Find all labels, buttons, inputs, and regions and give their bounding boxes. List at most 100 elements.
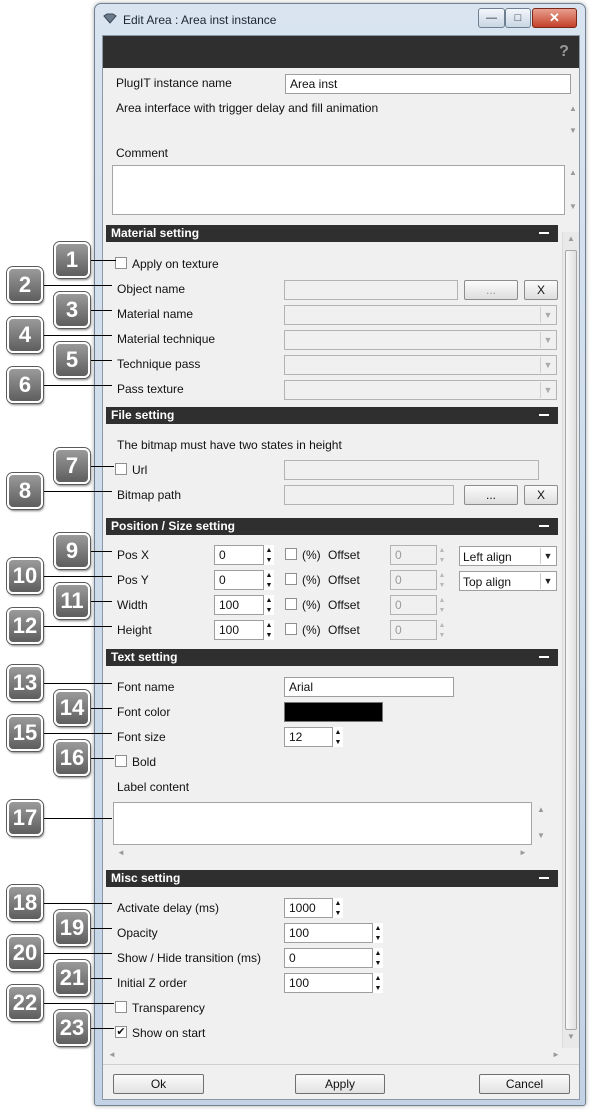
main-scroll-down[interactable]: ▼: [564, 1032, 578, 1041]
object-browse-button[interactable]: ...: [464, 280, 518, 300]
width-stepper[interactable]: ▲ ▼: [264, 595, 274, 615]
object-name-input[interactable]: [284, 280, 458, 300]
spin-up-icon[interactable]: ▲: [333, 727, 343, 737]
horizontal-align-select[interactable]: Left align ▼: [459, 546, 557, 566]
help-icon[interactable]: ?: [557, 43, 571, 61]
material-technique-select[interactable]: ▼: [284, 330, 557, 350]
section-material-setting[interactable]: Material setting: [106, 225, 558, 242]
spin-up-icon[interactable]: ▲: [373, 948, 383, 958]
font-size-stepper[interactable]: ▲ ▼: [333, 727, 343, 747]
main-scroll-left[interactable]: ◄: [108, 1050, 116, 1064]
main-scroll-right[interactable]: ►: [552, 1050, 560, 1064]
width-input[interactable]: 100: [214, 595, 264, 615]
height-offset-stepper[interactable]: ▲ ▼: [437, 620, 447, 640]
spin-up-icon[interactable]: ▲: [437, 595, 447, 605]
description-scroll-up[interactable]: ▲: [566, 104, 580, 113]
pos-y-percent-checkbox[interactable]: [285, 573, 297, 585]
pass-texture-select[interactable]: ▼: [284, 380, 557, 400]
spin-up-icon[interactable]: ▲: [264, 545, 274, 555]
spin-up-icon[interactable]: ▲: [264, 620, 274, 630]
bitmap-path-input[interactable]: [284, 485, 454, 505]
pos-x-input[interactable]: 0: [214, 545, 264, 565]
height-stepper[interactable]: ▲ ▼: [264, 620, 274, 640]
transition-input[interactable]: 0: [284, 948, 373, 968]
pos-x-offset-stepper[interactable]: ▲ ▼: [437, 545, 447, 565]
spin-down-icon[interactable]: ▼: [333, 908, 343, 918]
maximize-button[interactable]: □: [505, 8, 531, 28]
z-order-input[interactable]: 100: [284, 973, 373, 993]
label-content-scroll-right[interactable]: ►: [519, 848, 527, 862]
url-input[interactable]: [284, 460, 539, 480]
spin-down-icon[interactable]: ▼: [437, 630, 447, 640]
url-checkbox[interactable]: [115, 463, 127, 475]
main-scroll-up[interactable]: ▲: [564, 234, 578, 243]
spin-down-icon[interactable]: ▼: [437, 555, 447, 565]
main-scroll-thumb[interactable]: [565, 250, 577, 1030]
technique-pass-select[interactable]: ▼: [284, 355, 557, 375]
label-content-scroll-left[interactable]: ◄: [117, 848, 125, 862]
comment-textarea[interactable]: [112, 165, 565, 215]
pos-x-percent-checkbox[interactable]: [285, 548, 297, 560]
spin-down-icon[interactable]: ▼: [264, 630, 274, 640]
pos-y-stepper[interactable]: ▲ ▼: [264, 570, 274, 590]
comment-scroll-down[interactable]: ▼: [566, 202, 580, 211]
collapse-icon[interactable]: [539, 656, 549, 658]
transition-stepper[interactable]: ▲ ▼: [373, 948, 383, 968]
pos-y-input[interactable]: 0: [214, 570, 264, 590]
show-on-start-checkbox[interactable]: ✔: [115, 1026, 127, 1038]
section-text-setting[interactable]: Text setting: [106, 649, 558, 666]
activate-delay-input[interactable]: 1000: [284, 898, 333, 918]
pos-y-offset-input[interactable]: 0: [390, 570, 437, 590]
section-position-size-setting[interactable]: Position / Size setting: [106, 518, 558, 535]
ok-button[interactable]: Ok: [113, 1074, 204, 1094]
opacity-stepper[interactable]: ▲ ▼: [373, 923, 383, 943]
spin-down-icon[interactable]: ▼: [264, 580, 274, 590]
z-order-stepper[interactable]: ▲ ▼: [373, 973, 383, 993]
main-vertical-scrollbar[interactable]: ▲ ▼: [562, 232, 579, 1048]
object-clear-button[interactable]: X: [524, 280, 558, 300]
close-button[interactable]: ✕: [532, 8, 577, 28]
cancel-button[interactable]: Cancel: [479, 1074, 570, 1094]
spin-up-icon[interactable]: ▲: [437, 570, 447, 580]
spin-down-icon[interactable]: ▼: [373, 983, 383, 993]
section-misc-setting[interactable]: Misc setting: [106, 870, 558, 887]
spin-up-icon[interactable]: ▲: [437, 545, 447, 555]
width-percent-checkbox[interactable]: [285, 598, 297, 610]
pos-x-stepper[interactable]: ▲ ▼: [264, 545, 274, 565]
minimize-button[interactable]: —: [478, 8, 505, 28]
title-bar[interactable]: Edit Area : Area inst instance — □ ✕: [95, 4, 585, 34]
spin-down-icon[interactable]: ▼: [437, 605, 447, 615]
spin-down-icon[interactable]: ▼: [264, 605, 274, 615]
font-color-swatch[interactable]: [284, 702, 383, 722]
opacity-input[interactable]: 100: [284, 923, 373, 943]
spin-up-icon[interactable]: ▲: [264, 595, 274, 605]
vertical-align-select[interactable]: Top align ▼: [459, 571, 557, 591]
width-offset-input[interactable]: 0: [390, 595, 437, 615]
spin-down-icon[interactable]: ▼: [373, 958, 383, 968]
transparency-checkbox[interactable]: [115, 1001, 127, 1013]
spin-down-icon[interactable]: ▼: [264, 555, 274, 565]
pos-y-offset-stepper[interactable]: ▲ ▼: [437, 570, 447, 590]
bitmap-clear-button[interactable]: X: [524, 485, 558, 505]
font-size-input[interactable]: 12: [284, 727, 333, 747]
spin-up-icon[interactable]: ▲: [333, 898, 343, 908]
pos-x-offset-input[interactable]: 0: [390, 545, 437, 565]
bold-checkbox[interactable]: [115, 755, 127, 767]
height-percent-checkbox[interactable]: [285, 623, 297, 635]
section-file-setting[interactable]: File setting: [106, 407, 558, 424]
label-content-scroll-down[interactable]: ▼: [534, 831, 548, 840]
spin-down-icon[interactable]: ▼: [437, 580, 447, 590]
label-content-scroll-up[interactable]: ▲: [534, 805, 548, 814]
comment-scroll-up[interactable]: ▲: [566, 168, 580, 177]
spin-up-icon[interactable]: ▲: [264, 570, 274, 580]
height-input[interactable]: 100: [214, 620, 264, 640]
apply-texture-checkbox[interactable]: [115, 257, 127, 269]
collapse-icon[interactable]: [539, 232, 549, 234]
spin-up-icon[interactable]: ▲: [373, 973, 383, 983]
spin-up-icon[interactable]: ▲: [373, 923, 383, 933]
collapse-icon[interactable]: [539, 525, 549, 527]
apply-button[interactable]: Apply: [295, 1074, 385, 1094]
height-offset-input[interactable]: 0: [390, 620, 437, 640]
material-name-select[interactable]: ▼: [284, 305, 557, 325]
label-content-textarea[interactable]: [113, 802, 532, 845]
